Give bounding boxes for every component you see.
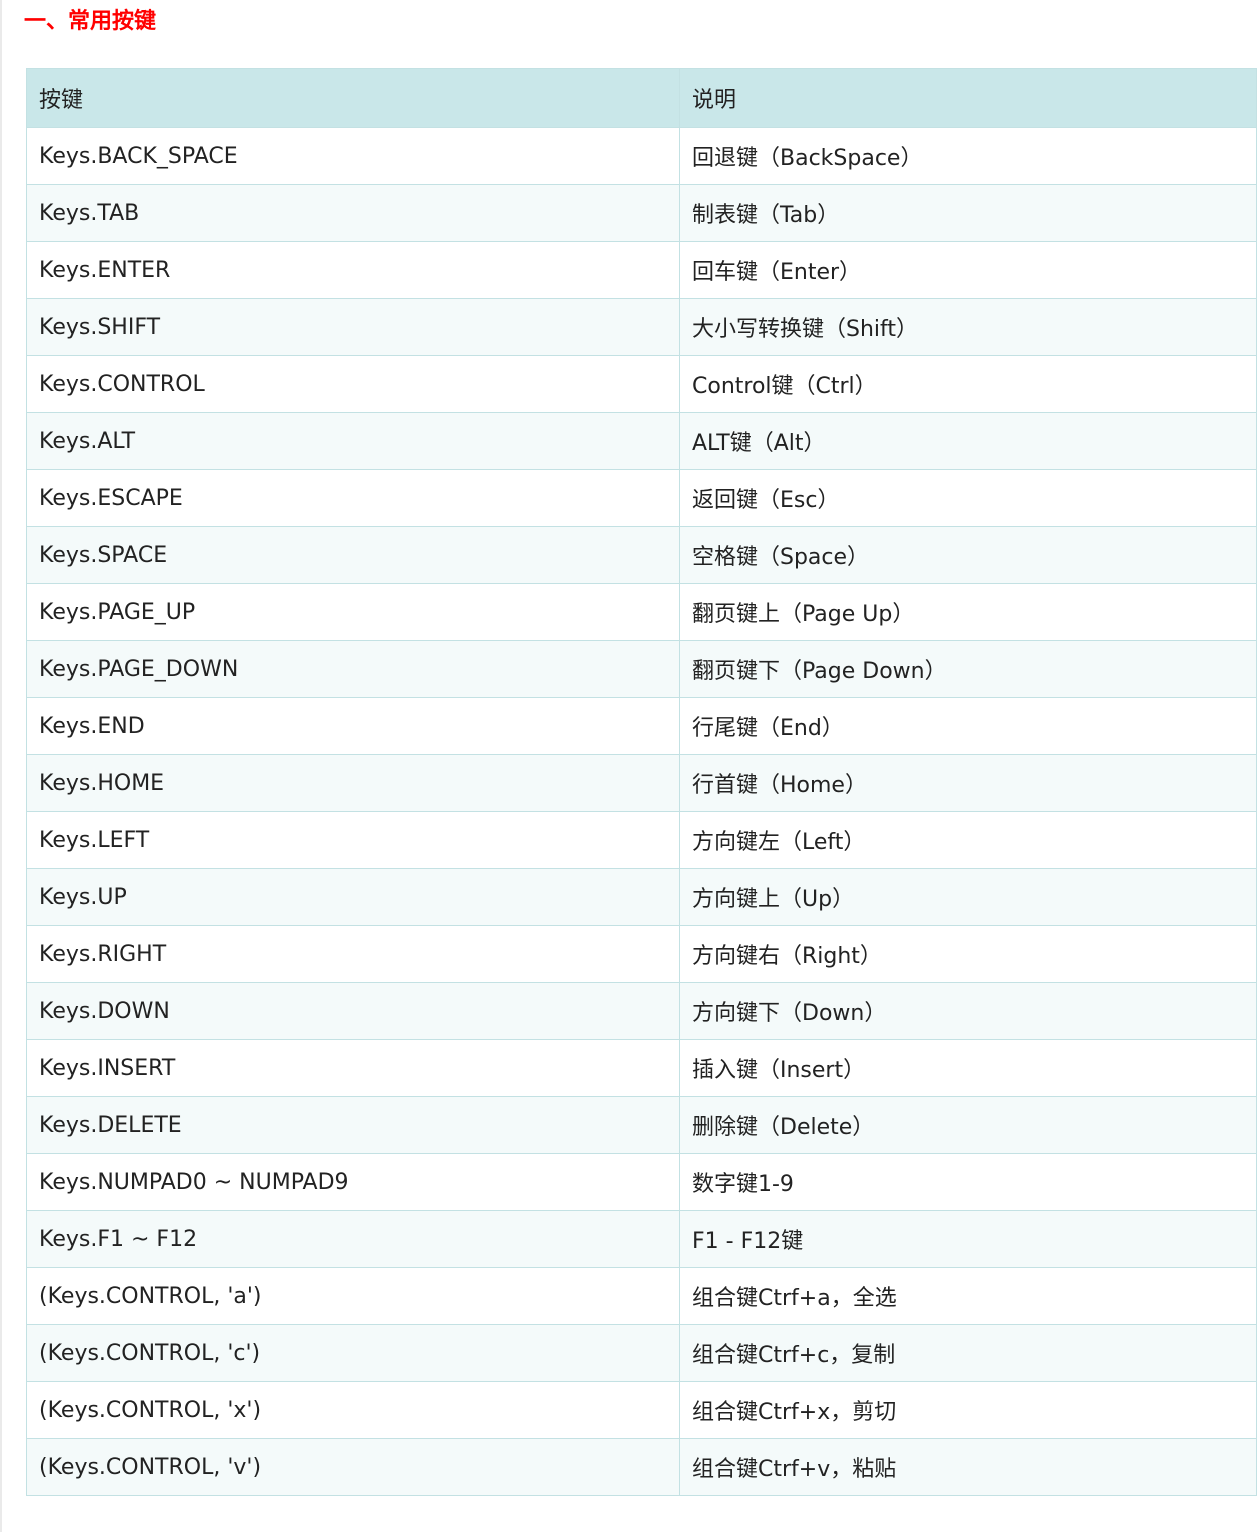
description-cell: 行首键（Home）	[679, 754, 1257, 812]
table-row: Keys.PAGE_DOWN 翻页键下（Page Down）	[26, 640, 1257, 698]
key-cell: (Keys.CONTROL, 'a')	[26, 1267, 680, 1325]
table-row: (Keys.CONTROL, 'v') 组合键Ctrf+v，粘贴	[26, 1438, 1257, 1496]
key-cell: Keys.SPACE	[26, 526, 680, 584]
key-cell: Keys.PAGE_DOWN	[26, 640, 680, 698]
description-cell: 组合键Ctrf+a，全选	[679, 1267, 1257, 1325]
description-cell: 行尾键（End）	[679, 697, 1257, 755]
table-row: Keys.PAGE_UP 翻页键上（Page Up）	[26, 583, 1257, 641]
key-cell: Keys.DOWN	[26, 982, 680, 1040]
description-cell: 大小写转换键（Shift）	[679, 298, 1257, 356]
key-cell: Keys.F1 ~ F12	[26, 1210, 680, 1268]
key-cell: Keys.DELETE	[26, 1096, 680, 1154]
key-cell: Keys.END	[26, 697, 680, 755]
key-cell: Keys.HOME	[26, 754, 680, 812]
table-row: (Keys.CONTROL, 'x') 组合键Ctrf+x，剪切	[26, 1381, 1257, 1439]
key-cell: Keys.INSERT	[26, 1039, 680, 1097]
table-row: Keys.CONTROL Control键（Ctrl）	[26, 355, 1257, 413]
key-cell: (Keys.CONTROL, 'v')	[26, 1438, 680, 1496]
description-cell: 插入键（Insert）	[679, 1039, 1257, 1097]
description-cell: 翻页键下（Page Down）	[679, 640, 1257, 698]
table-row: Keys.F1 ~ F12 F1 - F12键	[26, 1210, 1257, 1268]
description-cell: ALT键（Alt）	[679, 412, 1257, 470]
key-cell: Keys.ALT	[26, 412, 680, 470]
description-cell: 组合键Ctrf+v，粘贴	[679, 1438, 1257, 1496]
section-title: 一、常用按键	[24, 9, 157, 34]
description-cell: 翻页键上（Page Up）	[679, 583, 1257, 641]
description-cell: Control键（Ctrl）	[679, 355, 1257, 413]
table-row: (Keys.CONTROL, 'a') 组合键Ctrf+a，全选	[26, 1267, 1257, 1325]
key-cell: Keys.ESCAPE	[26, 469, 680, 527]
description-cell: 组合键Ctrf+c，复制	[679, 1324, 1257, 1382]
description-cell: 方向键右（Right）	[679, 925, 1257, 983]
key-cell: Keys.RIGHT	[26, 925, 680, 983]
key-cell: Keys.UP	[26, 868, 680, 926]
table-row: Keys.ESCAPE 返回键（Esc）	[26, 469, 1257, 527]
key-cell: Keys.PAGE_UP	[26, 583, 680, 641]
description-cell: 数字键1-9	[679, 1153, 1257, 1211]
table-row: Keys.TAB 制表键（Tab）	[26, 184, 1257, 242]
key-cell: Keys.LEFT	[26, 811, 680, 869]
description-cell: 组合键Ctrf+x，剪切	[679, 1381, 1257, 1439]
table-row: Keys.ENTER 回车键（Enter）	[26, 241, 1257, 299]
table-row: Keys.SHIFT 大小写转换键（Shift）	[26, 298, 1257, 356]
header-description: 说明	[679, 68, 1257, 128]
key-cell: (Keys.CONTROL, 'x')	[26, 1381, 680, 1439]
table-row: Keys.BACK_SPACE 回退键（BackSpace）	[26, 127, 1257, 185]
key-cell: Keys.NUMPAD0 ~ NUMPAD9	[26, 1153, 680, 1211]
table-row: Keys.NUMPAD0 ~ NUMPAD9 数字键1-9	[26, 1153, 1257, 1211]
key-cell: Keys.TAB	[26, 184, 680, 242]
table-row: Keys.DOWN 方向键下（Down）	[26, 982, 1257, 1040]
header-row: 按键 说明	[26, 68, 1257, 128]
description-cell: 返回键（Esc）	[679, 469, 1257, 527]
description-cell: 方向键下（Down）	[679, 982, 1257, 1040]
description-cell: 制表键（Tab）	[679, 184, 1257, 242]
description-cell: 方向键左（Left）	[679, 811, 1257, 869]
table-row: Keys.END 行尾键（End）	[26, 697, 1257, 755]
keys-table: 按键 说明 Keys.BACK_SPACE 回退键（BackSpace） Keys.…	[26, 68, 1257, 1496]
table-header: 按键 说明	[26, 68, 1257, 128]
table-row: Keys.RIGHT 方向键右（Right）	[26, 925, 1257, 983]
table-row: Keys.ALT ALT键（Alt）	[26, 412, 1257, 470]
description-cell: F1 - F12键	[679, 1210, 1257, 1268]
header-key: 按键	[26, 68, 680, 128]
table-row: (Keys.CONTROL, 'c') 组合键Ctrf+c，复制	[26, 1324, 1257, 1382]
description-cell: 方向键上（Up）	[679, 868, 1257, 926]
key-cell: Keys.SHIFT	[26, 298, 680, 356]
key-cell: (Keys.CONTROL, 'c')	[26, 1324, 680, 1382]
description-cell: 空格键（Space）	[679, 526, 1257, 584]
description-cell: 删除键（Delete）	[679, 1096, 1257, 1154]
description-cell: 回退键（BackSpace）	[679, 127, 1257, 185]
table-row: Keys.INSERT 插入键（Insert）	[26, 1039, 1257, 1097]
table-row: Keys.UP 方向键上（Up）	[26, 868, 1257, 926]
table-row: Keys.DELETE 删除键（Delete）	[26, 1096, 1257, 1154]
table-body: Keys.BACK_SPACE 回退键（BackSpace） Keys.TAB 制表键…	[26, 127, 1257, 1496]
table-row: Keys.LEFT 方向键左（Left）	[26, 811, 1257, 869]
key-cell: Keys.CONTROL	[26, 355, 680, 413]
page: 一、常用按键 按键 说明 Keys.BACK_SPACE 回退键（BackSpac…	[0, 0, 1257, 1532]
key-cell: Keys.ENTER	[26, 241, 680, 299]
table-row: Keys.SPACE 空格键（Space）	[26, 526, 1257, 584]
description-cell: 回车键（Enter）	[679, 241, 1257, 299]
table-row: Keys.HOME 行首键（Home）	[26, 754, 1257, 812]
key-cell: Keys.BACK_SPACE	[26, 127, 680, 185]
